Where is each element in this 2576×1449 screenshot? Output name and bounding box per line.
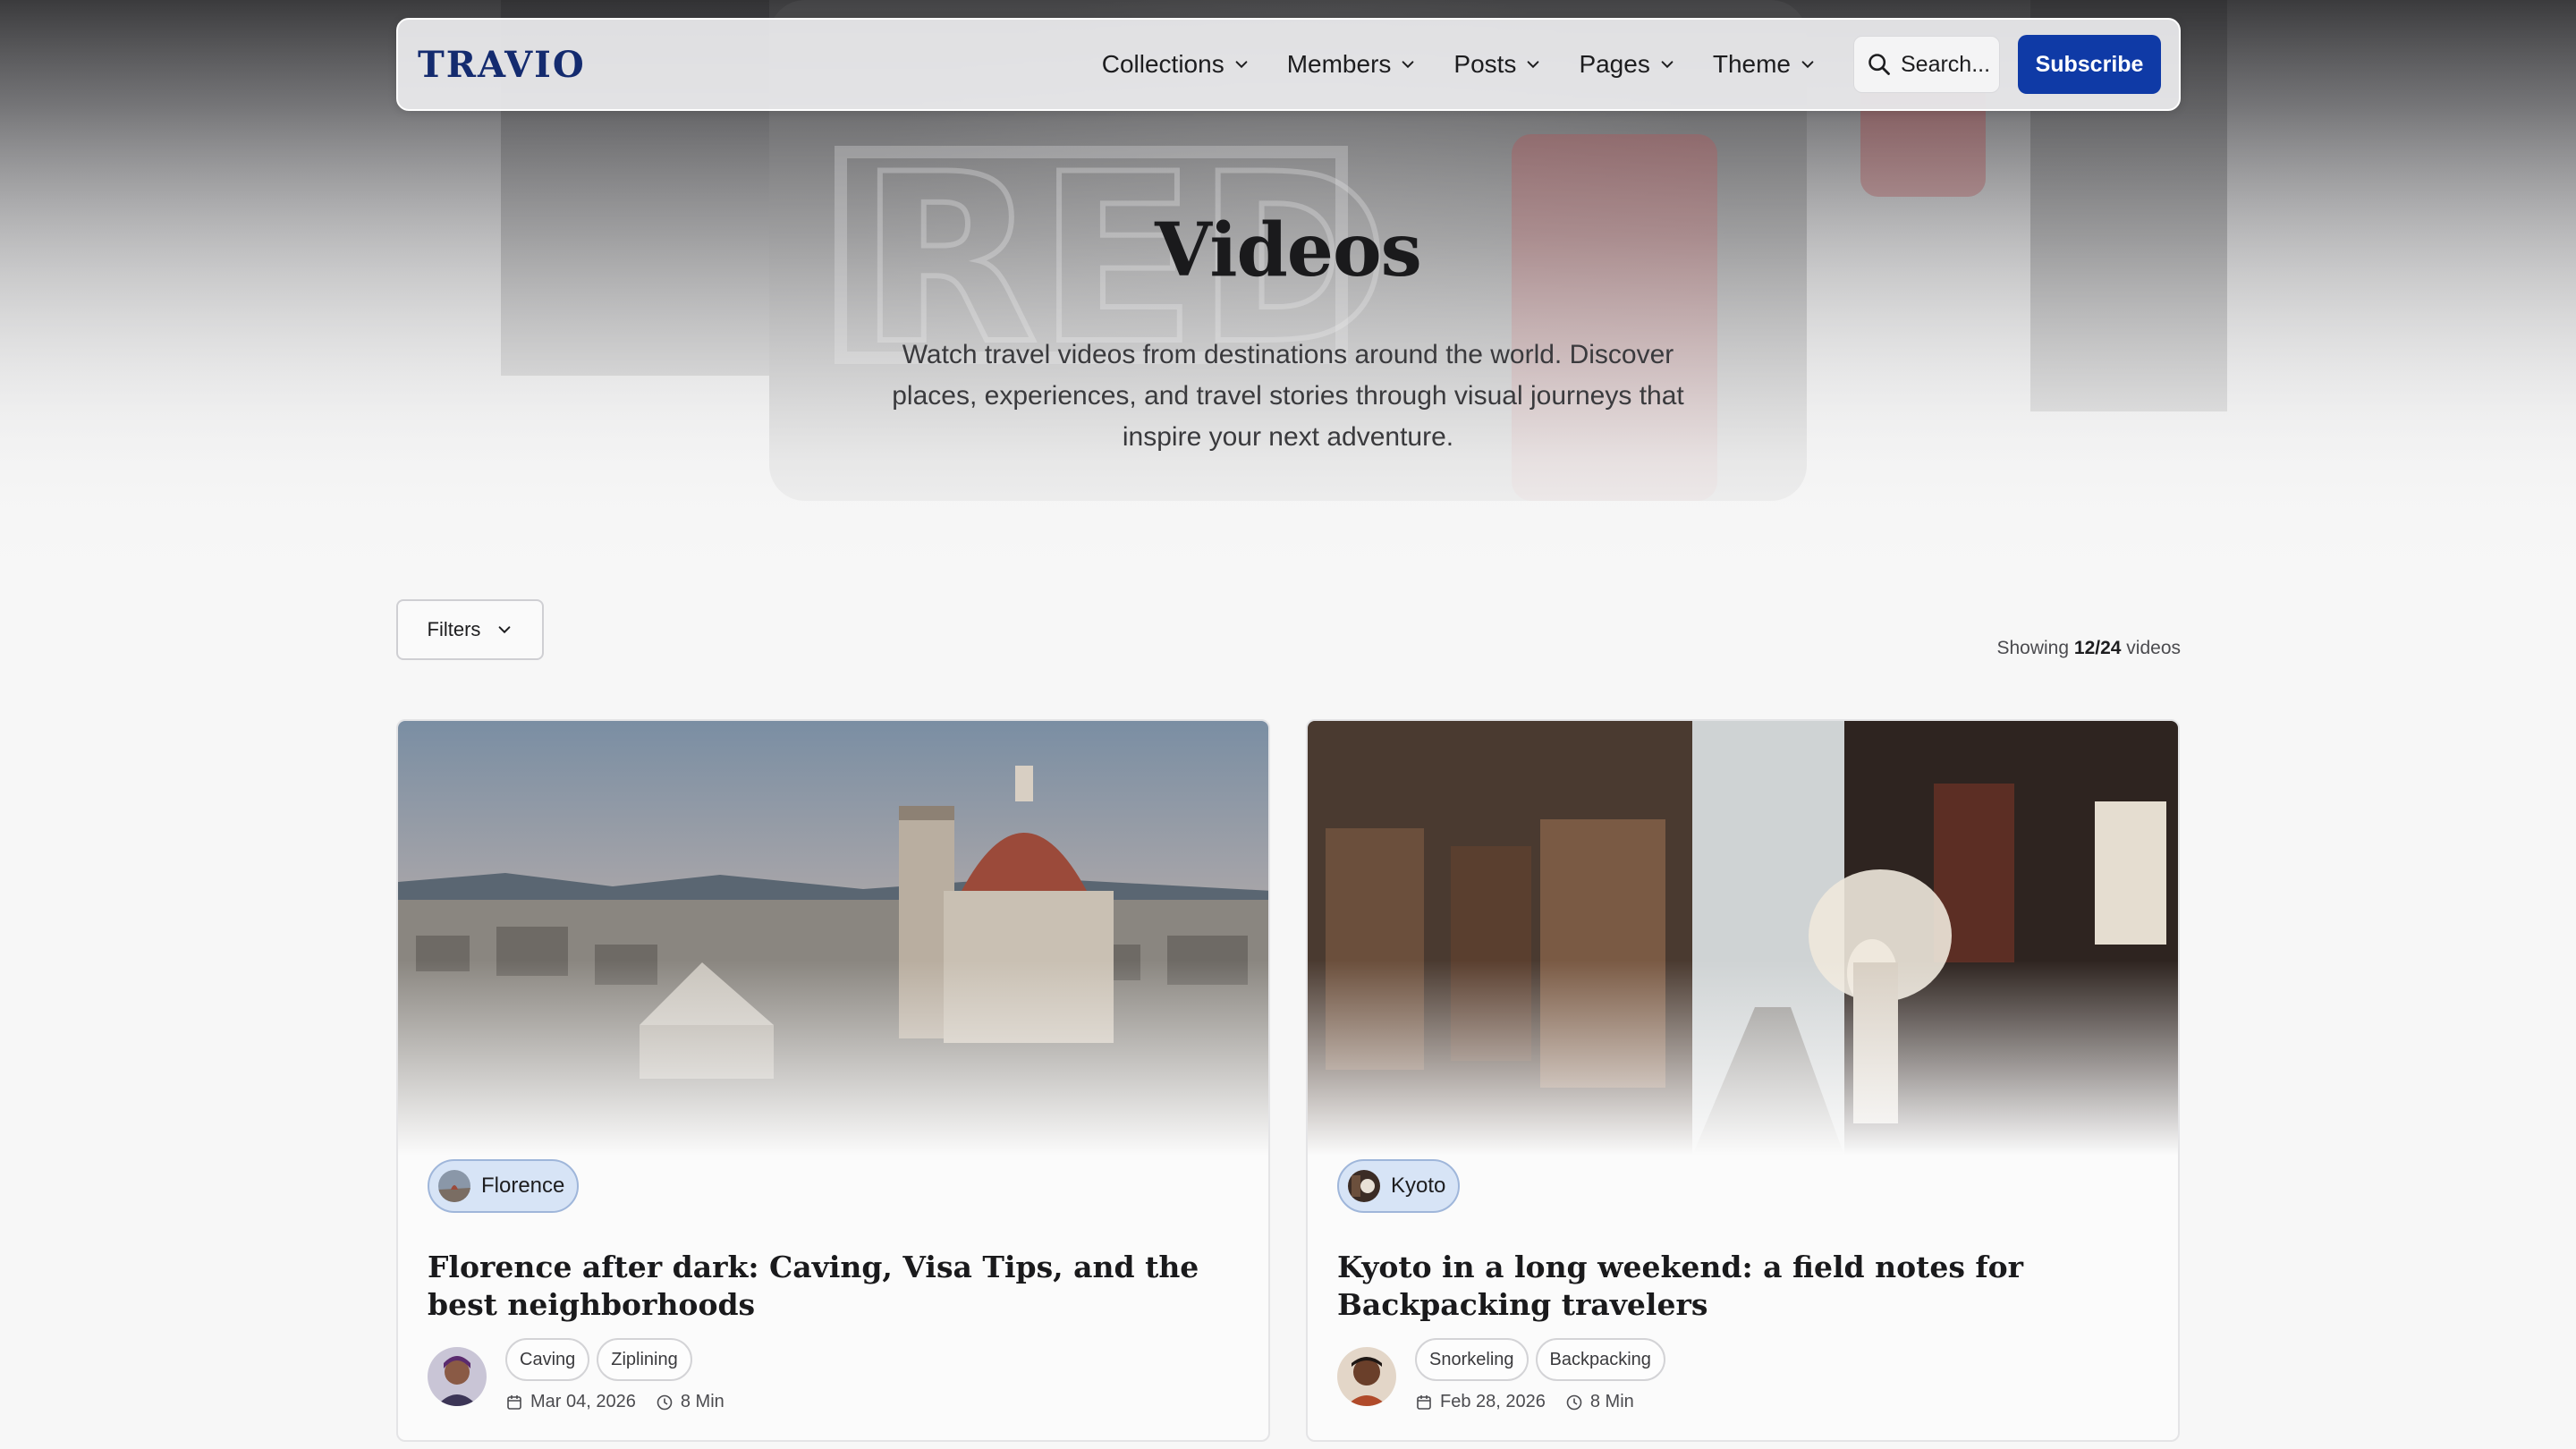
search-box[interactable] — [1853, 36, 2000, 93]
chevron-down-icon — [1402, 61, 1414, 69]
video-meta: Feb 28, 2026 8 Min — [1415, 1392, 1634, 1412]
site-logo[interactable]: TRAVIO — [418, 44, 586, 86]
subscribe-button[interactable]: Subscribe — [2018, 35, 2161, 94]
location-label: Florence — [481, 1174, 565, 1198]
activity-tag[interactable]: Ziplining — [597, 1338, 692, 1381]
calendar-icon — [1417, 1394, 1431, 1410]
menu-item-label: Theme — [1712, 50, 1791, 78]
tag-list: Snorkeling Backpacking — [1415, 1338, 1673, 1381]
publish-date: Mar 04, 2026 — [530, 1392, 636, 1411]
search-icon — [1868, 54, 1890, 75]
author-avatar[interactable] — [1337, 1347, 1396, 1406]
location-label: Kyoto — [1391, 1174, 1446, 1198]
menu-item-posts[interactable]: Posts — [1453, 50, 1541, 79]
results-suffix: videos — [2126, 638, 2181, 658]
top-navigation: TRAVIO Collections Members Posts Pages T… — [396, 18, 2181, 111]
video-title[interactable]: Florence after dark: Caving, Visa Tips, … — [428, 1249, 1233, 1324]
kyoto-thumbnail-image — [1308, 721, 2178, 1156]
menu-item-label: Members — [1286, 50, 1392, 78]
search-input[interactable] — [1901, 51, 1990, 78]
activity-tag[interactable]: Snorkeling — [1415, 1338, 1529, 1381]
page-title: Videos — [1155, 208, 1422, 293]
location-tag[interactable]: Kyoto — [1337, 1159, 1461, 1213]
menu-item-collections[interactable]: Collections — [1102, 50, 1250, 79]
publish-date: Feb 28, 2026 — [1440, 1392, 1546, 1411]
menu-item-pages[interactable]: Pages — [1579, 50, 1674, 79]
author-avatar[interactable] — [428, 1347, 487, 1406]
menu-item-theme[interactable]: Theme — [1713, 50, 1816, 79]
clock-icon — [1566, 1394, 1582, 1410]
chevron-down-icon — [1801, 61, 1814, 69]
results-number: 12/24 — [2073, 638, 2122, 658]
menu-item-label: Pages — [1579, 50, 1650, 78]
calendar-icon — [507, 1394, 521, 1410]
menu-item-label: Posts — [1453, 50, 1517, 78]
filters-button[interactable]: Filters — [396, 599, 544, 660]
location-tag[interactable]: Florence — [428, 1159, 580, 1213]
video-title[interactable]: Kyoto in a long weekend: a field notes f… — [1337, 1249, 2142, 1324]
filters-label: Filters — [427, 618, 481, 640]
video-card[interactable]: Florence Florence after dark: Caving, Vi… — [396, 719, 1270, 1442]
clock-icon — [657, 1394, 673, 1410]
video-thumbnail[interactable] — [1308, 721, 2178, 1156]
page-description: Watch travel videos from destinations ar… — [892, 340, 1684, 452]
tag-list: Caving Ziplining — [505, 1338, 699, 1381]
chevron-down-icon — [1661, 61, 1674, 69]
main-menu: Collections Members Posts Pages Theme Su… — [1102, 35, 2161, 94]
chevron-down-icon — [1235, 61, 1248, 69]
chevron-down-icon — [499, 626, 511, 634]
menu-item-label: Collections — [1101, 50, 1224, 78]
activity-tag[interactable]: Caving — [505, 1338, 590, 1381]
video-duration: 8 Min — [680, 1392, 724, 1411]
chevron-down-icon — [1528, 61, 1539, 69]
results-count: Showing 12/24 videos — [1914, 638, 2181, 659]
results-prefix: Showing — [1996, 638, 2070, 658]
location-avatar — [438, 1170, 470, 1202]
menu-item-members[interactable]: Members — [1287, 50, 1417, 79]
location-avatar — [1348, 1170, 1380, 1202]
video-card[interactable]: Kyoto Kyoto in a long weekend: a field n… — [1306, 719, 2180, 1442]
activity-tag[interactable]: Backpacking — [1535, 1338, 1665, 1381]
video-duration: 8 Min — [1589, 1392, 1634, 1411]
florence-thumbnail-image — [398, 721, 1268, 1156]
video-meta: Mar 04, 2026 8 Min — [505, 1392, 724, 1412]
video-thumbnail[interactable] — [398, 721, 1268, 1156]
